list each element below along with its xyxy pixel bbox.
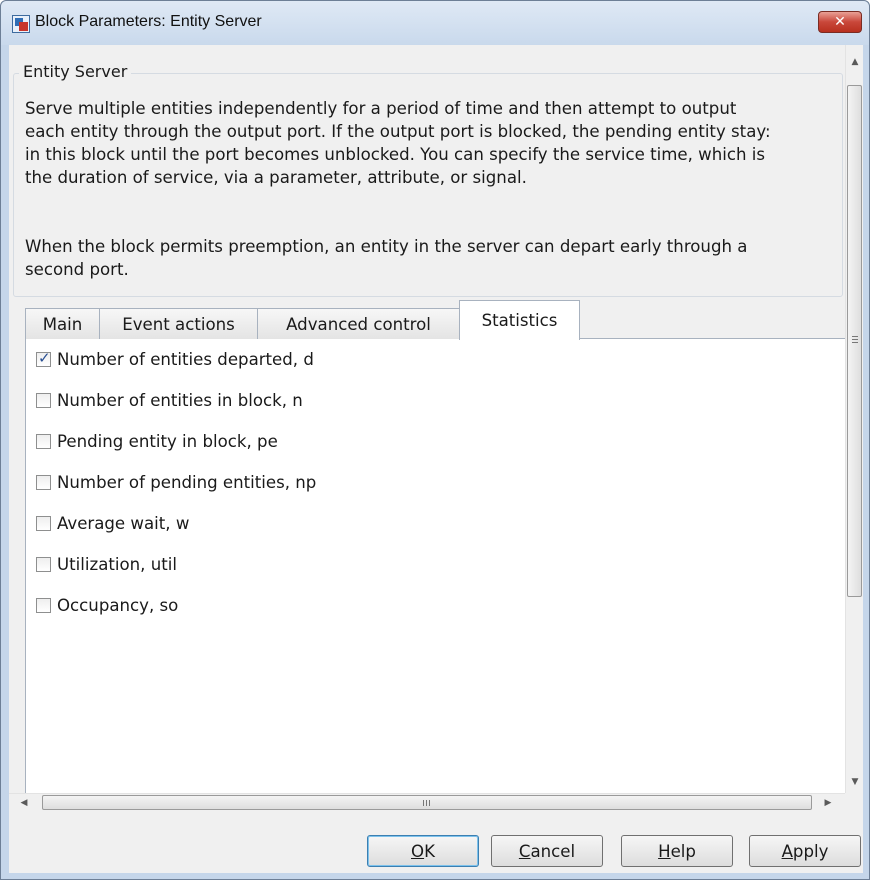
checkbox-occupancy[interactable]: [36, 597, 51, 613]
description-line: each entity through the output port. If …: [25, 122, 771, 141]
checkbox-label: Occupancy, so: [57, 595, 179, 615]
scroll-down-arrow-icon[interactable]: ▼: [846, 773, 864, 791]
block-description: Serve multiple entities independently fo…: [25, 97, 845, 189]
scroll-up-arrow-icon[interactable]: ▲: [846, 53, 864, 71]
checkbox-label: Utilization, util: [57, 554, 177, 574]
checkbox-average-wait[interactable]: [36, 515, 51, 531]
stat-option-departed[interactable]: ✓ Number of entities departed, d: [36, 348, 314, 370]
close-icon: ✕: [834, 14, 846, 30]
checkbox-in-block[interactable]: [36, 392, 51, 408]
checkbox-utilization[interactable]: [36, 556, 51, 572]
scroll-left-arrow-icon[interactable]: ◀: [15, 794, 33, 812]
checkbox-label: Pending entity in block, pe: [57, 431, 278, 451]
horizontal-scrollbar[interactable]: ◀ ▶: [9, 793, 845, 811]
checkbox-departed[interactable]: ✓: [36, 349, 51, 367]
close-button[interactable]: ✕: [818, 11, 862, 33]
stat-option-num-pending[interactable]: Number of pending entities, np: [36, 471, 316, 493]
checkbox-label: Number of pending entities, np: [57, 472, 317, 492]
stat-option-in-block[interactable]: Number of entities in block, n: [36, 389, 303, 411]
description-line: When the block permits preemption, an en…: [25, 237, 748, 256]
help-button[interactable]: Help: [621, 835, 733, 867]
description-line: the duration of service, via a parameter…: [25, 168, 527, 187]
dialog-client-area: Entity Server Serve multiple entities in…: [9, 45, 863, 873]
preemption-description: When the block permits preemption, an en…: [25, 235, 845, 281]
checkbox-label: Average wait, w: [57, 513, 190, 533]
checkbox-label: Number of entities in block, n: [57, 390, 303, 410]
horizontal-scroll-thumb[interactable]: [42, 795, 812, 810]
scrollable-content: Entity Server Serve multiple entities in…: [9, 45, 845, 793]
checkbox-pending[interactable]: [36, 433, 51, 449]
stat-option-occupancy[interactable]: Occupancy, so: [36, 594, 178, 616]
checkbox-num-pending[interactable]: [36, 474, 51, 490]
ok-button[interactable]: OK: [367, 835, 479, 867]
description-line: second port.: [25, 260, 129, 279]
tab-event-actions[interactable]: Event actions: [99, 308, 258, 339]
statistics-panel: ✓ Number of entities departed, d Number …: [25, 339, 845, 793]
cancel-button[interactable]: Cancel: [491, 835, 603, 867]
window-title: Block Parameters: Entity Server: [35, 13, 262, 30]
stat-option-pending[interactable]: Pending entity in block, pe: [36, 430, 278, 452]
group-title: Entity Server: [19, 62, 132, 81]
tab-main[interactable]: Main: [25, 308, 100, 339]
description-line: Serve multiple entities independently fo…: [25, 99, 737, 118]
scroll-right-arrow-icon[interactable]: ▶: [819, 794, 837, 812]
tab-advanced-control[interactable]: Advanced control: [257, 308, 460, 339]
tab-statistics[interactable]: Statistics: [459, 300, 580, 340]
apply-button[interactable]: Apply: [749, 835, 861, 867]
checkmark-icon: ✓: [38, 348, 51, 367]
description-line: in this block until the port becomes unb…: [25, 145, 766, 164]
simulink-block-icon: [12, 15, 30, 33]
dialog-window: Block Parameters: Entity Server ✕ Entity…: [0, 0, 870, 880]
title-bar[interactable]: Block Parameters: Entity Server ✕: [1, 1, 869, 45]
stat-option-average-wait[interactable]: Average wait, w: [36, 512, 189, 534]
vertical-scrollbar[interactable]: ▲ ▼: [845, 45, 863, 793]
checkbox-label: Number of entities departed, d: [57, 349, 314, 369]
vertical-scroll-thumb[interactable]: [847, 85, 862, 597]
stat-option-utilization[interactable]: Utilization, util: [36, 553, 177, 575]
